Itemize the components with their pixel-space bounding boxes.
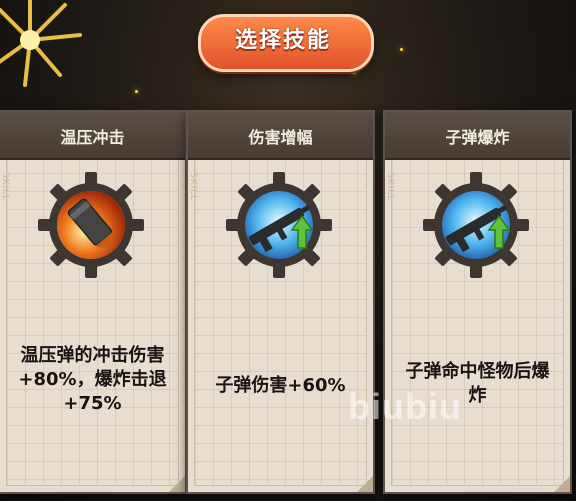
skill-card-title: 子弹爆炸	[445, 128, 510, 147]
watermark: biubiu	[348, 386, 462, 427]
desc-line: 子弹命中怪物后爆	[405, 361, 550, 382]
skill-card-description: 温压弹的冲击伤害 +80%，爆炸击退 +75%	[6, 344, 179, 416]
thermobaric-shell-icon	[38, 172, 144, 278]
skill-card-thermobaric[interactable]: 温压冲击 SKILL 温压弹的冲击伤害 +80%，爆炸击退 +75%	[0, 110, 187, 494]
skill-card-bullet-explosion[interactable]: 子弹爆炸 SKILL 子弹命中怪物后爆 炸	[383, 110, 572, 494]
skill-icon-frame	[36, 170, 146, 280]
desc-line: 温压弹的冲击伤害	[20, 345, 165, 366]
rifle-upgrade-icon	[423, 172, 529, 278]
card-header: 伤害增幅	[188, 112, 373, 160]
skill-card-description: 子弹伤害+60%	[194, 374, 367, 398]
card-header: 温压冲击	[0, 112, 185, 160]
sparkle	[400, 48, 403, 51]
skill-card-title: 伤害增幅	[248, 128, 313, 147]
skill-tag: SKILL	[0, 172, 10, 202]
rifle-upgrade-icon	[226, 172, 332, 278]
desc-line: +75%	[63, 393, 122, 414]
skill-card-damage-boost[interactable]: 伤害增幅 SKILL 子弹伤害+60%	[186, 110, 375, 494]
skill-icon-frame	[421, 170, 531, 280]
desc-line: +80%，爆炸击退	[18, 369, 167, 390]
sparkle	[135, 90, 138, 93]
desc-line: 子弹伤害+60%	[215, 375, 346, 396]
card-corner-fold	[357, 476, 373, 492]
card-corner-fold	[169, 476, 185, 492]
skill-tag: SKILL	[385, 172, 395, 202]
skill-card-title: 温压冲击	[60, 128, 125, 147]
skill-tag: SKILL	[188, 172, 198, 202]
card-header: 子弹爆炸	[385, 112, 570, 160]
page-title: 选择技能	[234, 28, 331, 53]
skill-icon-frame	[224, 170, 334, 280]
card-corner-fold	[554, 476, 570, 492]
skill-select-title-banner: 选择技能	[188, 8, 378, 72]
firework-decoration	[0, 0, 82, 87]
